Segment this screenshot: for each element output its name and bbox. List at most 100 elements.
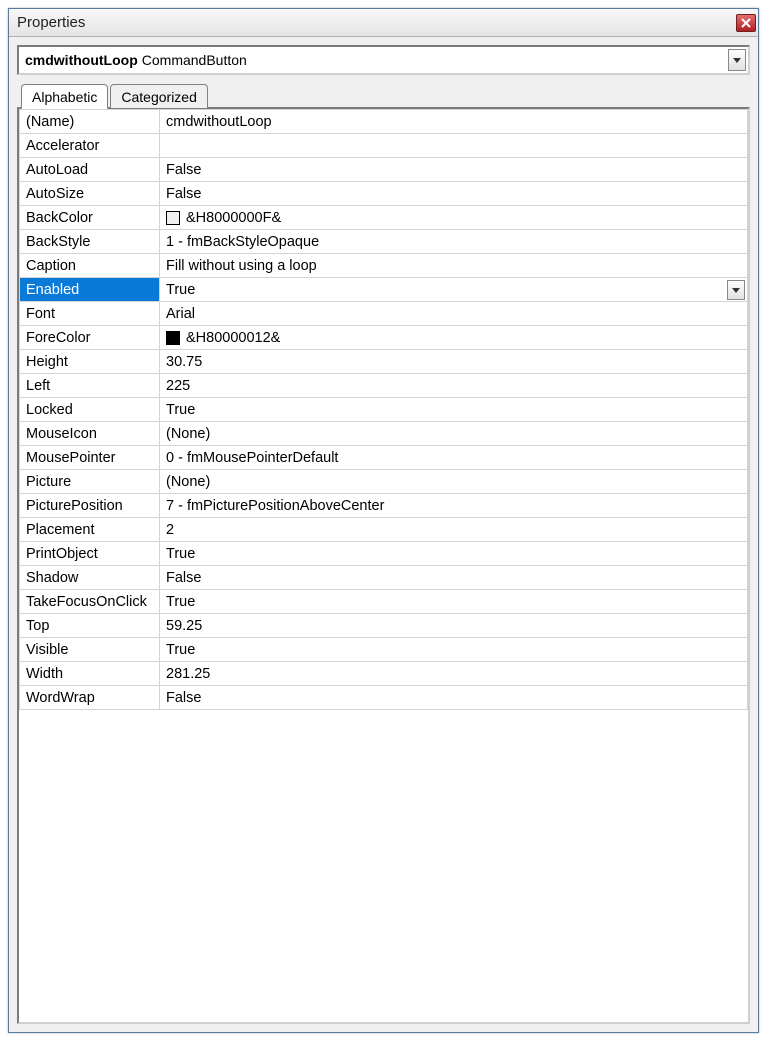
- close-button[interactable]: [736, 14, 756, 32]
- property-value[interactable]: True: [160, 398, 748, 422]
- property-value[interactable]: False: [160, 566, 748, 590]
- object-dropdown-button[interactable]: [728, 49, 746, 71]
- property-row[interactable]: (Name)cmdwithoutLoop: [20, 110, 748, 134]
- property-value[interactable]: 1 - fmBackStyleOpaque: [160, 230, 748, 254]
- property-grid: (Name)cmdwithoutLoopAcceleratorAutoLoad F…: [19, 109, 748, 710]
- property-value[interactable]: 225: [160, 374, 748, 398]
- property-name[interactable]: Left: [20, 374, 160, 398]
- property-value[interactable]: True: [160, 590, 748, 614]
- property-row[interactable]: BackColor&H8000000F&: [20, 206, 748, 230]
- properties-window: Properties cmdwithoutLoop CommandButton …: [8, 8, 759, 1033]
- property-row[interactable]: Left225: [20, 374, 748, 398]
- property-row[interactable]: PicturePosition7 - fmPicturePositionAbov…: [20, 494, 748, 518]
- property-row[interactable]: Locked True: [20, 398, 748, 422]
- property-row[interactable]: Width 281.25: [20, 662, 748, 686]
- property-name[interactable]: AutoSize: [20, 182, 160, 206]
- property-name[interactable]: PrintObject: [20, 542, 160, 566]
- property-value[interactable]: True: [160, 638, 748, 662]
- property-name[interactable]: (Name): [20, 110, 160, 134]
- close-icon: [741, 18, 751, 28]
- property-name[interactable]: TakeFocusOnClick: [20, 590, 160, 614]
- value-dropdown-button[interactable]: [727, 280, 745, 300]
- property-name[interactable]: Width: [20, 662, 160, 686]
- property-name[interactable]: Height: [20, 350, 160, 374]
- property-value-text: (None): [166, 426, 210, 442]
- property-name[interactable]: BackColor: [20, 206, 160, 230]
- property-value[interactable]: False: [160, 686, 748, 710]
- property-value[interactable]: (None): [160, 470, 748, 494]
- property-value[interactable]: Fill without using a loop: [160, 254, 748, 278]
- property-value-text: 281.25: [166, 666, 210, 682]
- property-value[interactable]: &H80000012&: [160, 326, 748, 350]
- property-value[interactable]: False: [160, 158, 748, 182]
- property-row[interactable]: PrintObjectTrue: [20, 542, 748, 566]
- property-row[interactable]: AutoSize False: [20, 182, 748, 206]
- property-value[interactable]: (None): [160, 422, 748, 446]
- property-row[interactable]: BackStyle 1 - fmBackStyleOpaque: [20, 230, 748, 254]
- object-name: cmdwithoutLoop: [25, 52, 138, 68]
- property-name[interactable]: Locked: [20, 398, 160, 422]
- property-value[interactable]: [160, 134, 748, 158]
- property-name[interactable]: Placement: [20, 518, 160, 542]
- property-name[interactable]: Caption: [20, 254, 160, 278]
- property-value-text: False: [166, 186, 201, 202]
- object-selector[interactable]: cmdwithoutLoop CommandButton: [17, 45, 750, 75]
- property-value-text: 1 - fmBackStyleOpaque: [166, 234, 319, 250]
- property-row[interactable]: EnabledTrue: [20, 278, 748, 302]
- property-row[interactable]: ShadowFalse: [20, 566, 748, 590]
- property-value[interactable]: 59.25: [160, 614, 748, 638]
- property-grid-container: (Name)cmdwithoutLoopAcceleratorAutoLoad F…: [17, 107, 750, 1024]
- property-value-text: (None): [166, 474, 210, 490]
- property-name[interactable]: Visible: [20, 638, 160, 662]
- property-row[interactable]: Height30.75: [20, 350, 748, 374]
- property-name[interactable]: BackStyle: [20, 230, 160, 254]
- property-name[interactable]: Enabled: [20, 278, 160, 302]
- chevron-down-icon: [732, 288, 740, 293]
- property-value-text: True: [166, 402, 195, 418]
- property-row[interactable]: AutoLoad False: [20, 158, 748, 182]
- property-name[interactable]: PicturePosition: [20, 494, 160, 518]
- property-value-text: False: [166, 162, 201, 178]
- property-value-text: &H80000012&: [186, 330, 280, 346]
- property-value[interactable]: True: [160, 542, 748, 566]
- property-name[interactable]: WordWrap: [20, 686, 160, 710]
- property-value[interactable]: &H8000000F&: [160, 206, 748, 230]
- property-row[interactable]: MousePointer 0 - fmMousePointerDefault: [20, 446, 748, 470]
- property-value[interactable]: True: [160, 278, 748, 302]
- tab-alphabetic[interactable]: Alphabetic: [21, 84, 108, 109]
- property-name[interactable]: Top: [20, 614, 160, 638]
- property-row[interactable]: Font Arial: [20, 302, 748, 326]
- property-row[interactable]: Picture (None): [20, 470, 748, 494]
- property-name[interactable]: Font: [20, 302, 160, 326]
- property-row[interactable]: CaptionFill without using a loop: [20, 254, 748, 278]
- tab-categorized[interactable]: Categorized: [110, 84, 208, 108]
- property-name[interactable]: Picture: [20, 470, 160, 494]
- object-type: CommandButton: [142, 52, 247, 68]
- property-name[interactable]: MousePointer: [20, 446, 160, 470]
- property-name[interactable]: Shadow: [20, 566, 160, 590]
- property-value[interactable]: 7 - fmPicturePositionAboveCenter: [160, 494, 748, 518]
- property-row[interactable]: Accelerator: [20, 134, 748, 158]
- property-row[interactable]: VisibleTrue: [20, 638, 748, 662]
- property-row[interactable]: Top59.25: [20, 614, 748, 638]
- tab-bar: Alphabetic Categorized: [17, 83, 750, 108]
- property-value-text: Arial: [166, 306, 195, 322]
- property-row[interactable]: WordWrap False: [20, 686, 748, 710]
- property-row[interactable]: TakeFocusOnClickTrue: [20, 590, 748, 614]
- property-name[interactable]: ForeColor: [20, 326, 160, 350]
- property-value[interactable]: 281.25: [160, 662, 748, 686]
- property-row[interactable]: ForeColor&H80000012&: [20, 326, 748, 350]
- property-row[interactable]: Placement2: [20, 518, 748, 542]
- property-value[interactable]: 30.75: [160, 350, 748, 374]
- property-name[interactable]: Accelerator: [20, 134, 160, 158]
- property-value[interactable]: Arial: [160, 302, 748, 326]
- property-value[interactable]: False: [160, 182, 748, 206]
- property-name[interactable]: MouseIcon: [20, 422, 160, 446]
- property-value-text: 0 - fmMousePointerDefault: [166, 450, 338, 466]
- property-value-text: False: [166, 690, 201, 706]
- property-value[interactable]: 2: [160, 518, 748, 542]
- property-value[interactable]: cmdwithoutLoop: [160, 110, 748, 134]
- property-name[interactable]: AutoLoad: [20, 158, 160, 182]
- property-value[interactable]: 0 - fmMousePointerDefault: [160, 446, 748, 470]
- property-row[interactable]: MouseIcon (None): [20, 422, 748, 446]
